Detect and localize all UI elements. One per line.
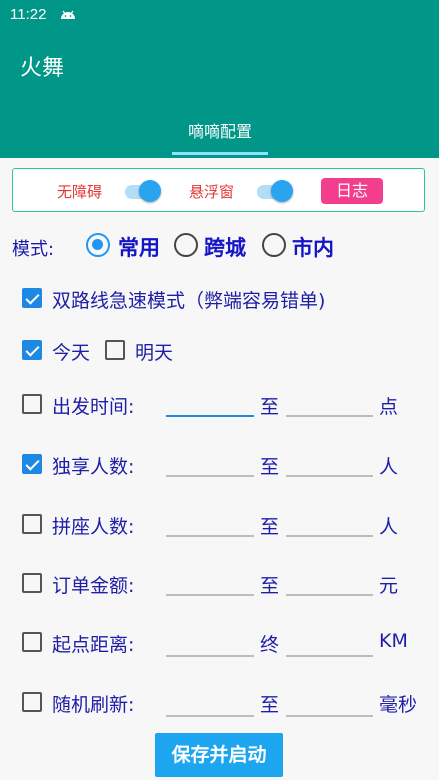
random-refresh-from-input[interactable] [166,715,254,717]
departure-time-to-input[interactable] [286,415,373,417]
today-label: 今天 [52,342,91,364]
carpool-passengers-unit: 人 [379,516,399,538]
departure-time-separator: 至 [260,396,280,418]
radio-common-label[interactable]: 常用 [118,232,160,262]
departure-time-from-input[interactable] [166,415,254,417]
mode-label: 模式: [12,239,55,260]
random-refresh-to-input[interactable] [286,715,373,717]
service-panel: 无障碍 悬浮窗 日志 [12,168,425,212]
departure-time-unit: 点 [379,396,399,418]
carpool-passengers-separator: 至 [260,516,280,538]
start-distance-from-input[interactable] [166,655,254,657]
status-bar: 11:22 [0,0,439,30]
start-distance-separator: 终 [260,634,280,656]
exclusive-passengers-label: 独享人数: [52,456,135,478]
status-time: 11:22 [10,6,47,23]
start-distance-to-input[interactable] [286,655,373,657]
start-distance-label: 起点距离: [52,634,135,656]
dual-route-checkbox[interactable] [22,288,42,308]
accessibility-label: 无障碍 [57,183,103,201]
save-and-start-button[interactable]: 保存并启动 [155,733,283,777]
order-amount-label: 订单金额: [52,575,135,597]
random-refresh-checkbox[interactable] [22,692,42,712]
random-refresh-label: 随机刷新: [52,694,135,716]
android-icon [61,10,75,19]
order-amount-to-input[interactable] [286,594,373,596]
tomorrow-checkbox[interactable] [105,340,125,360]
tomorrow-label: 明天 [135,342,174,364]
carpool-passengers-checkbox[interactable] [22,514,42,534]
exclusive-passengers-to-input[interactable] [286,475,373,477]
departure-time-checkbox[interactable] [22,394,42,414]
app-title: 火舞 [20,56,65,81]
exclusive-passengers-from-input[interactable] [166,475,254,477]
accessibility-switch[interactable] [123,179,165,203]
carpool-passengers-from-input[interactable] [166,535,254,537]
radio-common[interactable] [86,233,110,257]
order-amount-separator: 至 [260,575,280,597]
exclusive-passengers-checkbox[interactable] [22,454,42,474]
carpool-passengers-label: 拼座人数: [52,516,135,538]
radio-intracity[interactable] [262,233,286,257]
exclusive-passengers-separator: 至 [260,456,280,478]
tab-didi-config[interactable]: 嘀嘀配置 [160,118,280,142]
order-amount-unit: 元 [379,575,399,597]
order-amount-checkbox[interactable] [22,573,42,593]
random-refresh-unit: 毫秒 [379,694,418,716]
radio-intracity-label[interactable]: 市内 [292,232,334,262]
dual-route-label: 双路线急速模式（弊端容易错单) [52,290,326,312]
radio-intercity[interactable] [174,233,198,257]
mode-selector: 模式: 常用 跨城 市内 [12,232,432,262]
log-button[interactable]: 日志 [321,178,383,204]
departure-time-label: 出发时间: [52,396,135,418]
start-distance-checkbox[interactable] [22,632,42,652]
app-bar: 火舞 嘀嘀配置 [0,30,439,158]
order-amount-from-input[interactable] [166,594,254,596]
floating-window-switch[interactable] [255,179,297,203]
carpool-passengers-to-input[interactable] [286,535,373,537]
radio-intercity-label[interactable]: 跨城 [204,232,246,262]
start-distance-unit: KM [379,630,408,652]
tab-indicator [172,152,268,155]
exclusive-passengers-unit: 人 [379,456,399,478]
floating-window-label: 悬浮窗 [189,183,235,201]
today-checkbox[interactable] [22,340,42,360]
random-refresh-separator: 至 [260,694,280,716]
